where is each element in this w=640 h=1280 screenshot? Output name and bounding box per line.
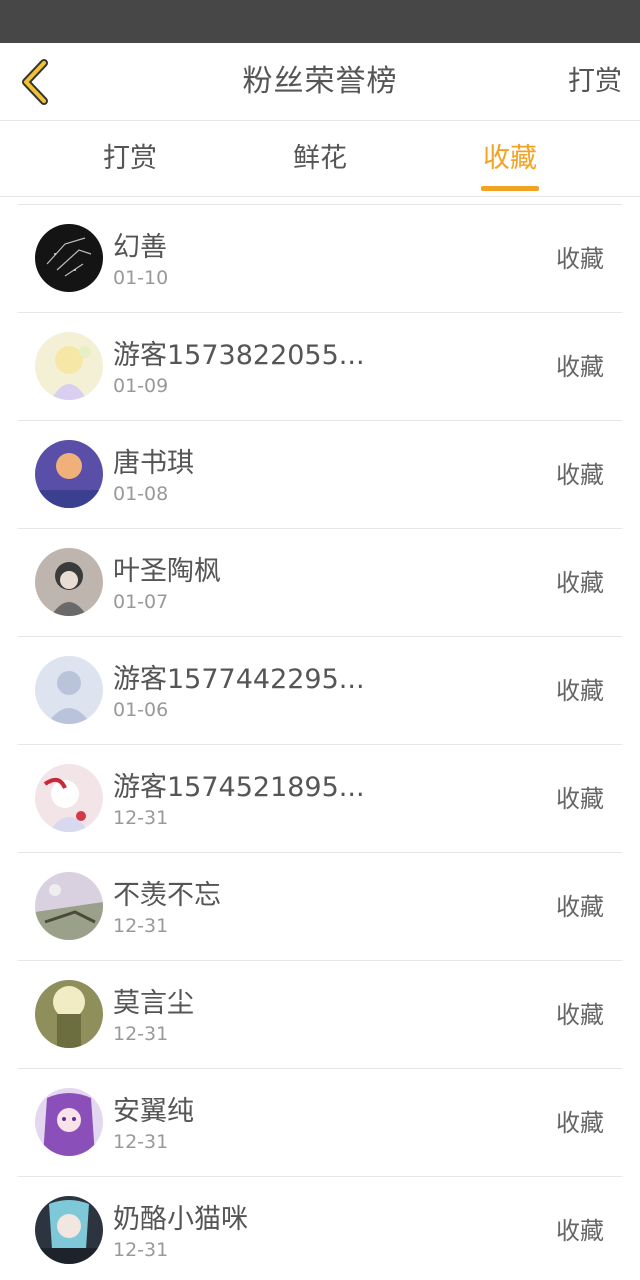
fan-name: 游客1573822055... [113, 340, 365, 371]
tab-reward[interactable]: 打赏 [70, 121, 190, 197]
fan-date: 12-31 [113, 807, 169, 829]
fan-name: 奶酪小猫咪 [113, 1204, 248, 1235]
fan-name: 游客1574521895... [113, 772, 365, 803]
fan-date: 12-31 [113, 1131, 169, 1153]
action-badge: 收藏 [556, 677, 604, 705]
list-item[interactable]: 游客1573822055... 01-09 收藏 [18, 313, 622, 421]
action-badge: 收藏 [556, 785, 604, 813]
list-item[interactable]: 游客1577442295... 01-06 收藏 [18, 637, 622, 745]
avatar[interactable] [35, 980, 103, 1048]
fan-name: 叶圣陶枫 [113, 556, 221, 587]
action-badge: 收藏 [556, 893, 604, 921]
list-item[interactable]: 游客1574521895... 12-31 收藏 [18, 745, 622, 853]
avatar[interactable] [35, 1196, 103, 1264]
avatar[interactable] [35, 656, 103, 724]
tab-flowers[interactable]: 鲜花 [260, 121, 380, 197]
action-badge: 收藏 [556, 353, 604, 381]
list-item[interactable]: 奶酪小猫咪 12-31 收藏 [18, 1177, 622, 1280]
list-item[interactable]: 唐书琪 01-08 收藏 [18, 421, 622, 529]
status-bar [0, 0, 640, 43]
fan-date: 12-31 [113, 1239, 169, 1261]
fan-list: 幻善 01-10 收藏 游客1573822055... 01-09 收藏 唐书琪… [0, 205, 640, 1280]
list-item[interactable]: 安翼纯 12-31 收藏 [18, 1069, 622, 1177]
fan-date: 12-31 [113, 1023, 169, 1045]
fan-date: 12-31 [113, 915, 169, 937]
page-title: 粉丝荣誉榜 [242, 64, 398, 99]
avatar[interactable] [35, 224, 103, 292]
chevron-left-icon [22, 59, 48, 105]
fan-name: 安翼纯 [113, 1096, 194, 1127]
tab-label: 鲜花 [293, 143, 347, 174]
avatar[interactable] [35, 872, 103, 940]
fan-name: 唐书琪 [113, 448, 194, 479]
header: 粉丝荣誉榜 打赏 [0, 43, 640, 121]
list-item[interactable]: 幻善 01-10 收藏 [18, 205, 622, 313]
fan-date: 01-07 [113, 591, 169, 613]
tab-favorites[interactable]: 收藏 [450, 121, 570, 197]
tab-bar: 打赏 鲜花 收藏 [0, 121, 640, 197]
fan-name: 游客1577442295... [113, 664, 365, 695]
fan-date: 01-09 [113, 375, 169, 397]
list-item[interactable]: 不羡不忘 12-31 收藏 [18, 853, 622, 961]
action-badge: 收藏 [556, 245, 604, 273]
avatar[interactable] [35, 548, 103, 616]
fan-date: 01-08 [113, 483, 169, 505]
action-badge: 收藏 [556, 461, 604, 489]
reward-button[interactable]: 打赏 [568, 43, 622, 121]
action-badge: 收藏 [556, 1001, 604, 1029]
action-badge: 收藏 [556, 1217, 604, 1245]
action-badge: 收藏 [556, 569, 604, 597]
fan-name: 莫言尘 [113, 988, 194, 1019]
fan-name: 幻善 [113, 232, 167, 263]
back-button[interactable] [10, 57, 60, 107]
fan-date: 01-10 [113, 267, 169, 289]
fan-date: 01-06 [113, 699, 169, 721]
fan-name: 不羡不忘 [113, 880, 221, 911]
action-badge: 收藏 [556, 1109, 604, 1137]
avatar[interactable] [35, 332, 103, 400]
list-item[interactable]: 叶圣陶枫 01-07 收藏 [18, 529, 622, 637]
avatar[interactable] [35, 440, 103, 508]
tab-indicator [481, 186, 539, 191]
avatar[interactable] [35, 764, 103, 832]
avatar[interactable] [35, 1088, 103, 1156]
list-item[interactable]: 莫言尘 12-31 收藏 [18, 961, 622, 1069]
tab-label: 打赏 [103, 143, 157, 174]
